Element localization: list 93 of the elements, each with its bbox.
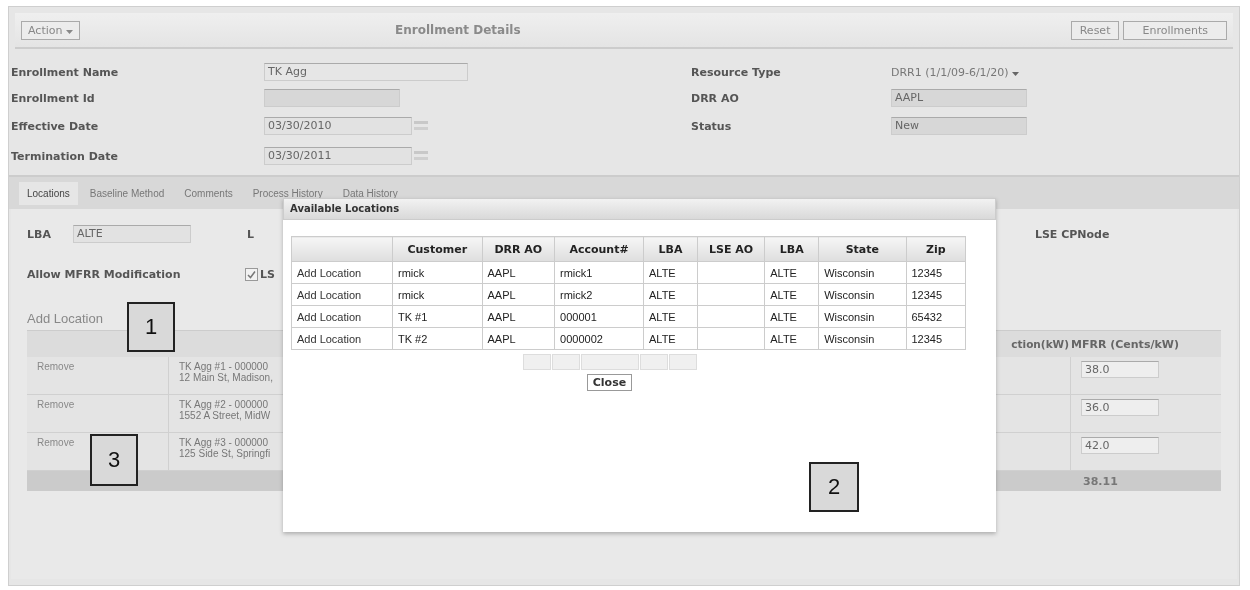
column-header: DRR AO — [482, 236, 555, 262]
table-cell: AAPL — [482, 261, 555, 284]
column-header: ction(kW) — [1010, 338, 1070, 350]
table-cell: TK #2 — [392, 327, 482, 350]
page-field[interactable] — [580, 354, 639, 370]
allow-mfrr-label: Allow MFRR Modification — [27, 267, 182, 281]
column-header: LBA — [643, 236, 698, 262]
cpnode-label: LSE CPNode — [1034, 227, 1110, 241]
lba-field: ALTE — [72, 225, 191, 243]
tab[interactable]: Locations — [19, 181, 78, 205]
field-label: DRR AO — [691, 91, 740, 105]
column-header: Customer — [392, 236, 482, 262]
table-cell: 12345 — [906, 261, 966, 284]
caret-icon — [65, 29, 73, 34]
pager-button[interactable] — [668, 354, 697, 370]
table-cell: ALTE — [643, 261, 698, 284]
calendar-icon[interactable] — [414, 120, 428, 132]
table-cell: ALTE — [643, 283, 698, 306]
readonly-field: New — [891, 117, 1027, 135]
table-cell: ALTE — [643, 327, 698, 350]
field-label: Effective Date — [11, 119, 100, 133]
column-header: MFRR (Cents/kW) — [1071, 337, 1180, 351]
pager-button[interactable] — [551, 354, 580, 370]
header-button[interactable]: Enrollments — [1123, 20, 1227, 40]
field-label: Status — [691, 119, 733, 133]
location-description: TK Agg #2 - 000000 1552 A Street, MidW — [179, 399, 271, 421]
mfrr-field[interactable]: 38.0 — [1081, 361, 1159, 378]
remove-link[interactable]: Remove — [37, 399, 75, 410]
remove-link[interactable]: Remove — [37, 437, 75, 448]
checkbox-label: LS — [260, 267, 275, 281]
location-description: TK Agg #1 - 000000 12 Main St, Madison, — [179, 361, 273, 383]
tab[interactable]: Comments — [176, 181, 241, 205]
location-description: TK Agg #3 - 000000 125 Side St, Springfi — [179, 437, 271, 459]
lba-label: LBA — [27, 227, 51, 241]
table-cell: AAPL — [482, 305, 555, 328]
action-menu-button[interactable]: Action — [21, 20, 80, 40]
mfrr-field[interactable]: 42.0 — [1081, 437, 1159, 454]
callout-number: 1 — [127, 302, 175, 352]
column-header: LSE AO — [697, 236, 765, 262]
table-cell: 000001 — [554, 305, 644, 328]
table-cell: ALTE — [764, 283, 819, 306]
field-label: L — [246, 227, 254, 241]
table-cell: 0000002 — [554, 327, 644, 350]
checkbox[interactable] — [245, 267, 258, 281]
remove-link[interactable]: Remove — [37, 361, 75, 372]
table-cell: rmick — [392, 261, 482, 284]
date-field[interactable]: 03/30/2010 — [264, 117, 412, 135]
table-cell: rmick1 — [554, 261, 644, 284]
add-location-link[interactable]: Add Location — [291, 305, 393, 328]
table-cell: ALTE — [764, 261, 819, 284]
table-cell: AAPL — [482, 327, 555, 350]
table-cell: rmick2 — [554, 283, 644, 306]
column-header: State — [818, 236, 906, 262]
select-field[interactable]: DRR1 (1/1/09-6/1/20) — [891, 65, 1020, 79]
table-cell: ALTE — [643, 305, 698, 328]
tab[interactable]: Baseline Method — [81, 181, 173, 205]
add-location-link[interactable]: Add Location — [291, 327, 393, 350]
table-cell: 65432 — [906, 305, 966, 328]
table-cell: Wisconsin — [818, 261, 906, 284]
text-field[interactable]: TK Agg — [264, 63, 468, 81]
readonly-field: AAPL — [891, 89, 1027, 107]
dialog-title: Available Locations — [283, 198, 996, 220]
table-cell: Wisconsin — [818, 305, 906, 328]
close-button[interactable]: Close — [586, 374, 633, 391]
header-button[interactable]: Reset — [1070, 20, 1120, 40]
field-label: Enrollment Id — [11, 91, 96, 105]
table-cell: 12345 — [906, 327, 966, 350]
table-cell: ALTE — [764, 305, 819, 328]
caret-icon — [1012, 71, 1020, 76]
page-title: Enrollment Details — [395, 23, 521, 37]
field-label: Termination Date — [11, 149, 119, 163]
table-cell: AAPL — [482, 283, 555, 306]
column-header: LBA — [764, 236, 819, 262]
mfrr-field[interactable]: 36.0 — [1081, 399, 1159, 416]
table-cell: TK #1 — [392, 305, 482, 328]
callout-number: 2 — [809, 462, 859, 512]
column-header: Account# — [554, 236, 644, 262]
pager-button[interactable] — [522, 354, 551, 370]
table-cell: 12345 — [906, 283, 966, 306]
field-label: Resource Type — [691, 65, 782, 79]
table-cell: rmick — [392, 283, 482, 306]
add-location-link[interactable]: Add Location — [291, 283, 393, 306]
table-cell: ALTE — [764, 327, 819, 350]
field-label: Enrollment Name — [11, 65, 120, 79]
pager-button[interactable] — [639, 354, 668, 370]
date-field[interactable]: 03/30/2011 — [264, 147, 412, 165]
calendar-icon[interactable] — [414, 150, 428, 162]
add-location-link[interactable]: Add Location — [291, 261, 393, 284]
callout-number: 3 — [90, 434, 138, 486]
total-value: 38.11 — [1082, 474, 1119, 488]
column-header: Zip — [906, 236, 966, 262]
table-cell: Wisconsin — [818, 283, 906, 306]
table-cell: Wisconsin — [818, 327, 906, 350]
